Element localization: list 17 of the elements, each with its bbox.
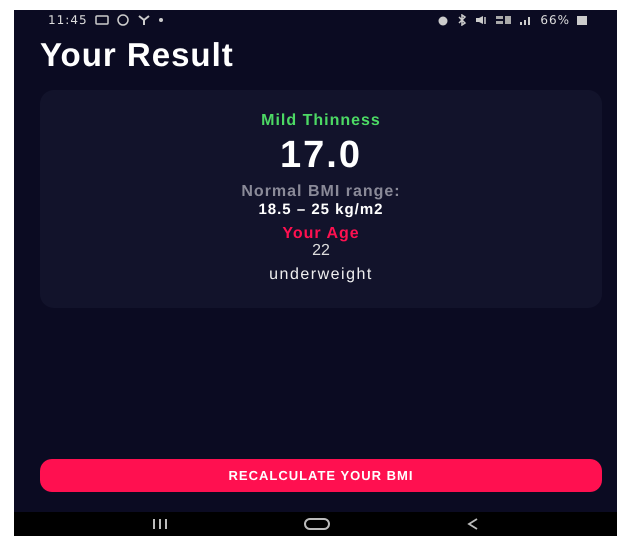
bmi-value: 17.0 (280, 134, 362, 177)
recalculate-button[interactable]: RECALCULATE YOUR BMI (40, 459, 602, 492)
age-value: 22 (312, 242, 330, 260)
dot-icon (158, 17, 164, 23)
interpretation-text: underweight (269, 266, 373, 284)
battery-icon (577, 15, 587, 25)
range-value: 18.5 – 25 kg/m2 (258, 201, 384, 218)
age-label: Your Age (282, 226, 360, 242)
home-icon[interactable] (304, 518, 330, 530)
bmi-category: Mild Thinness (261, 112, 381, 130)
bluetooth-icon (456, 14, 468, 26)
status-time: 11:45 (48, 13, 88, 27)
range-label: Normal BMI range: (241, 183, 401, 201)
back-icon[interactable] (466, 518, 479, 530)
battery-percent: 66% (540, 13, 570, 27)
page-title: Your Result (40, 36, 235, 74)
recent-apps-icon[interactable] (152, 519, 168, 529)
